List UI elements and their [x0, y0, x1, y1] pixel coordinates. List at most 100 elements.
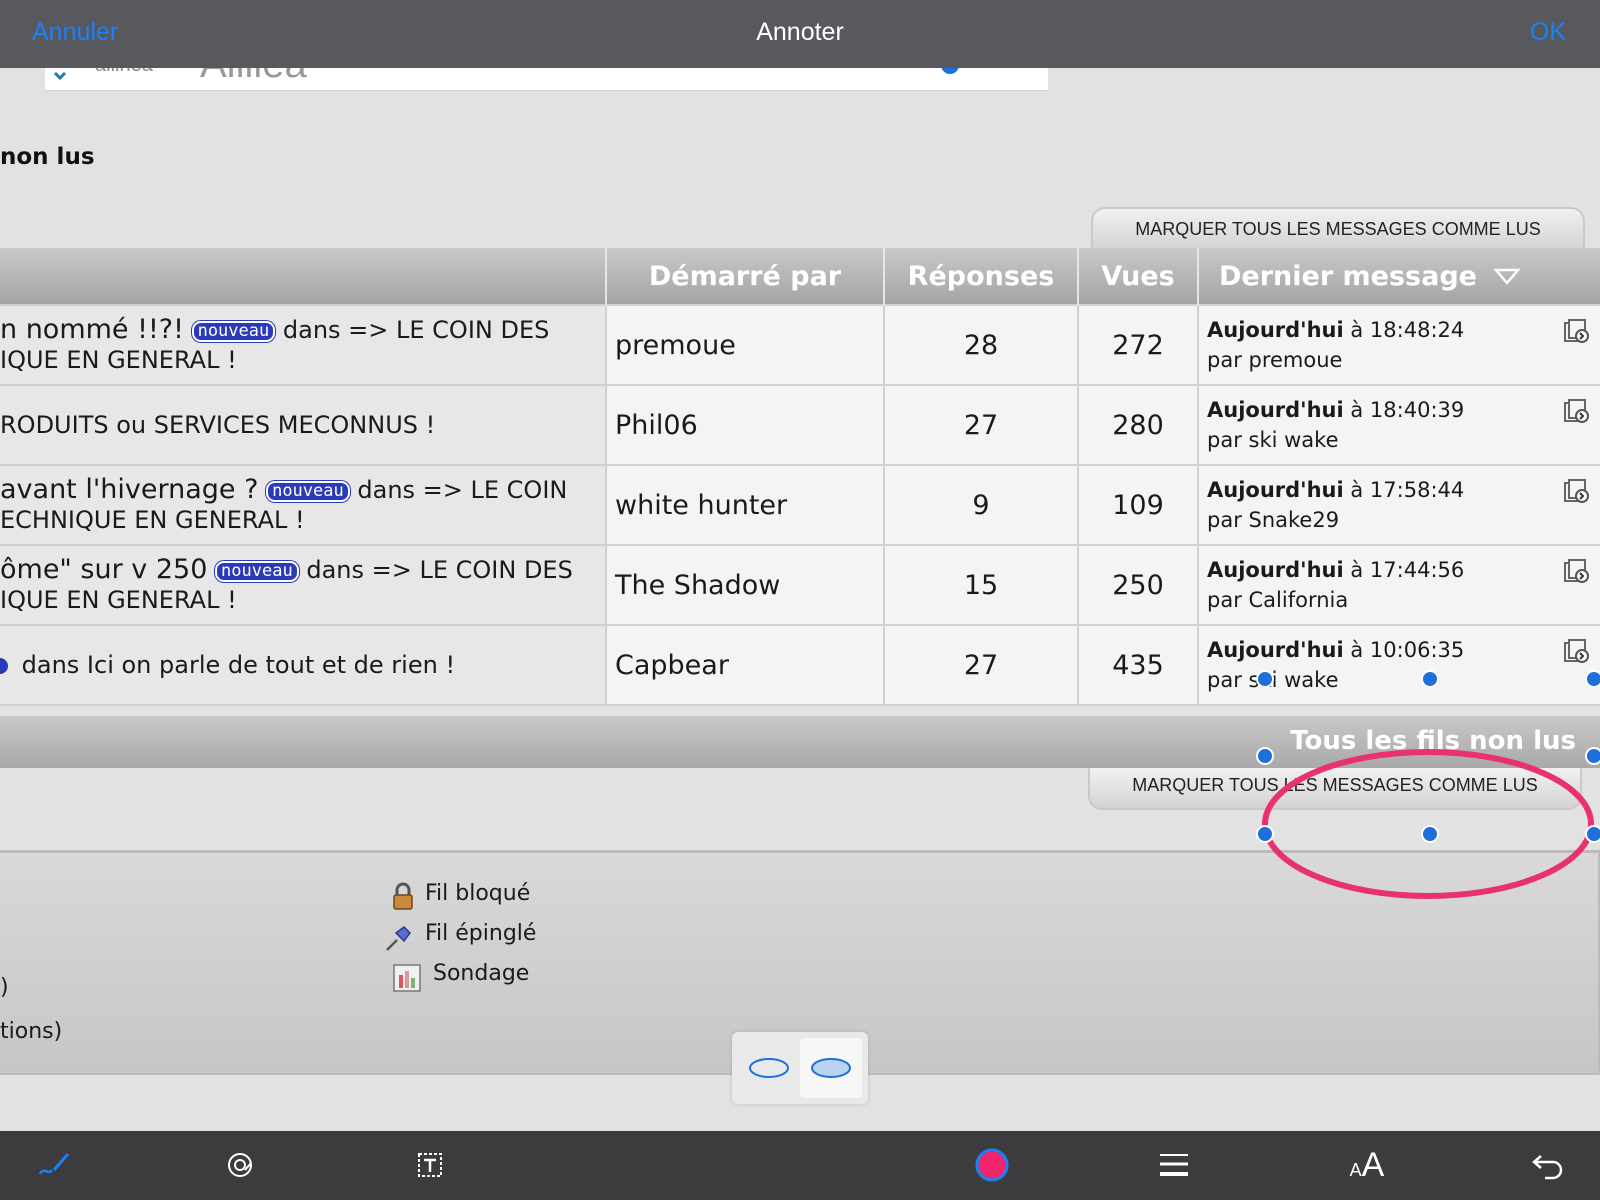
topic-title[interactable]: avant l'hivernage ?: [0, 474, 258, 505]
topic-forum-cont[interactable]: dans Ici on parle de tout et de rien !: [22, 651, 455, 679]
search-fragment-small: aliinea: [95, 68, 153, 77]
lock-icon: [393, 882, 413, 910]
annotation-ellipse[interactable]: [1260, 746, 1596, 902]
topic-forum[interactable]: dans => LE COIN: [357, 476, 567, 504]
topic-title[interactable]: n nommé !!?!: [0, 314, 184, 345]
go-to-last-post-icon[interactable]: [1562, 478, 1590, 506]
selection-handle-bottom-right[interactable]: [1585, 825, 1600, 843]
topic-title-cell[interactable]: n nommé !!?! nouveau dans => LE COIN DES…: [0, 304, 607, 386]
topic-forum-cont[interactable]: ECHNIQUE EN GENERAL !: [0, 506, 305, 534]
topic-title-cell[interactable]: ôme" sur v 250 nouveau dans => LE COIN D…: [0, 544, 607, 626]
topics-table: Démarré par Réponses Vues Dernier messag…: [0, 248, 1600, 706]
column-header-starter[interactable]: Démarré par: [606, 248, 885, 305]
starter-cell[interactable]: The Shadow: [605, 544, 885, 626]
last-message-author[interactable]: par California: [1207, 588, 1348, 612]
views-cell: 109: [1077, 464, 1199, 546]
legend-poll-label: Sondage: [433, 961, 530, 986]
legend-locked-label: Fil bloqué: [425, 881, 531, 906]
shape-style-picker: [732, 1032, 868, 1104]
last-message-header-label: Dernier message: [1219, 260, 1477, 292]
last-message-time: à 10:06:35: [1350, 638, 1465, 662]
selection-handle-right[interactable]: [1585, 747, 1600, 765]
last-message-time: à 17:58:44: [1350, 478, 1465, 502]
selection-handle-top-left[interactable]: [1256, 670, 1274, 688]
search-fragment-large: Alliiea: [200, 68, 307, 87]
topic-title[interactable]: ôme" sur v 250: [0, 554, 207, 585]
color-picker[interactable]: [970, 1145, 1014, 1185]
sort-down-icon[interactable]: [1494, 268, 1521, 286]
color-dot-icon: [975, 1148, 1009, 1182]
shape-outline-option[interactable]: [738, 1038, 800, 1098]
new-badge: nouveau: [215, 560, 299, 582]
line-width-tool[interactable]: [1152, 1145, 1196, 1185]
mark-all-read-button-top[interactable]: MARQUER TOUS LES MESSAGES COMME LUS: [1091, 207, 1585, 249]
shape-filled-option[interactable]: [800, 1038, 862, 1098]
poll-icon: [393, 964, 421, 992]
last-message-day: Aujourd'hui: [1207, 398, 1344, 422]
go-to-last-post-icon[interactable]: [1562, 398, 1590, 426]
topic-title-cell[interactable]: avant l'hivernage ? nouveau dans => LE C…: [0, 464, 607, 546]
column-header-last-message[interactable]: Dernier message: [1198, 248, 1600, 305]
pin-icon: [386, 926, 411, 951]
topic-forum-cont[interactable]: IQUE EN GENERAL !: [0, 346, 237, 374]
annotate-title: Annoter: [756, 18, 844, 46]
markup-toolbar: AA: [0, 1131, 1600, 1200]
legend-fragment: ): [0, 975, 9, 1000]
legend-fragment: tions): [0, 1019, 63, 1044]
views-cell: 280: [1077, 384, 1199, 466]
selection-handle-bottom[interactable]: [1421, 825, 1439, 843]
go-to-last-post-icon[interactable]: [1562, 558, 1590, 586]
topic-forum[interactable]: dans => LE COIN DES: [283, 316, 549, 344]
last-message-author[interactable]: par Snake29: [1207, 508, 1339, 532]
replies-cell: 27: [883, 384, 1079, 466]
last-message-day: Aujourd'hui: [1207, 558, 1344, 582]
replies-cell: 27: [883, 624, 1079, 706]
replies-cell: 15: [883, 544, 1079, 626]
last-message-cell: Aujourd'hui à 10:06:35 par ski wake: [1197, 624, 1600, 706]
new-badge: nouveau: [266, 480, 350, 502]
topic-forum-cont[interactable]: IQUE EN GENERAL !: [0, 586, 237, 614]
topic-forum-cont[interactable]: RODUITS ou SERVICES MECONNUS !: [0, 411, 435, 439]
magnifier-tool[interactable]: [218, 1145, 262, 1185]
ok-button[interactable]: OK: [1530, 18, 1566, 47]
last-message-author[interactable]: par ski wake: [1207, 428, 1339, 452]
status-icon: [0, 658, 8, 674]
starter-cell[interactable]: premoue: [605, 304, 885, 386]
selection-handle-top[interactable]: [1421, 670, 1439, 688]
pen-tool[interactable]: [32, 1145, 76, 1185]
font-size-tool[interactable]: AA: [1340, 1145, 1394, 1185]
last-message-time: à 18:48:24: [1350, 318, 1465, 342]
line-width-icon: [1160, 1154, 1188, 1176]
go-to-last-post-icon[interactable]: [1562, 318, 1590, 346]
selection-handle-bottom-left[interactable]: [1256, 825, 1274, 843]
last-message-author[interactable]: par premoue: [1207, 348, 1342, 372]
topic-title-cell[interactable]: RODUITS ou SERVICES MECONNUS !: [0, 384, 607, 466]
column-header-replies[interactable]: Réponses: [884, 248, 1079, 305]
search-bar: aliinea Alliiea: [45, 68, 1048, 91]
starter-cell[interactable]: Phil06: [605, 384, 885, 466]
selection-handle-top-right[interactable]: [1585, 670, 1600, 688]
column-header-views[interactable]: Vues: [1078, 248, 1199, 305]
font-size-icon: AA: [1349, 1145, 1385, 1184]
table-row: ôme" sur v 250 nouveau dans => LE COIN D…: [0, 544, 1600, 626]
text-tool[interactable]: [408, 1145, 452, 1185]
table-row: RODUITS ou SERVICES MECONNUS ! Phil06 27…: [0, 384, 1600, 466]
starter-cell[interactable]: white hunter: [605, 464, 885, 546]
page-title: non lus: [0, 144, 95, 170]
legend-pinned-label: Fil épinglé: [425, 921, 537, 946]
search-marker: [941, 68, 959, 74]
undo-icon: [1532, 1155, 1563, 1180]
annotate-header: Annuler Annoter OK: [0, 0, 1600, 68]
topic-title-cell[interactable]: dans Ici on parle de tout et de rien !: [0, 624, 607, 706]
topic-forum[interactable]: dans => LE COIN DES: [306, 556, 572, 584]
go-to-last-post-icon[interactable]: [1562, 638, 1590, 666]
last-message-cell: Aujourd'hui à 17:44:56 par California: [1197, 544, 1600, 626]
ellipse-outline-icon: [749, 1058, 789, 1078]
selection-handle-left[interactable]: [1256, 747, 1274, 765]
undo-button[interactable]: [1526, 1145, 1570, 1185]
chevron-down-icon: [53, 71, 67, 81]
starter-cell[interactable]: Capbear: [605, 624, 885, 706]
column-header-topic: [0, 248, 607, 305]
views-cell: 250: [1077, 544, 1199, 626]
last-message-cell: Aujourd'hui à 18:48:24 par premoue: [1197, 304, 1600, 386]
